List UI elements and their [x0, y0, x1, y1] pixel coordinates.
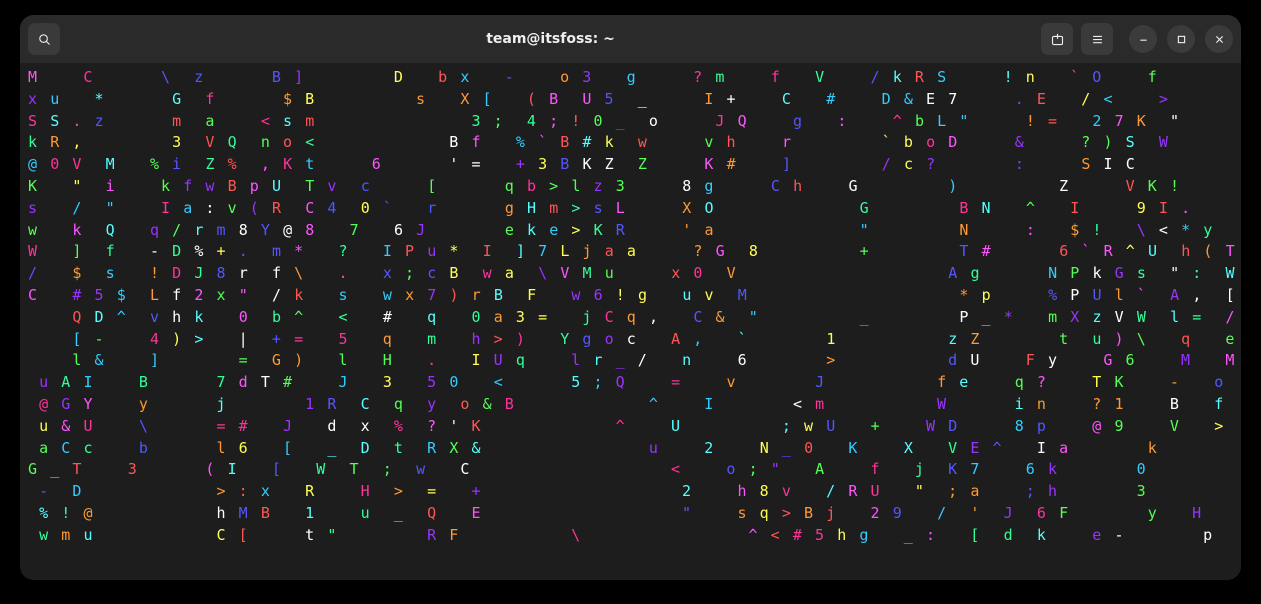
new-tab-button[interactable] — [1041, 23, 1073, 55]
titlebar: team@itsfoss: ~ — [20, 15, 1241, 63]
maximize-button[interactable] — [1167, 25, 1195, 53]
close-icon — [1212, 32, 1227, 47]
new-tab-icon — [1050, 32, 1065, 47]
search-icon — [37, 32, 52, 47]
window-title: team@itsfoss: ~ — [68, 31, 1033, 47]
matrix-output: M C \ z B ] D b x - o 3 g ? m f V / k R … — [28, 67, 1235, 547]
search-button[interactable] — [28, 23, 60, 55]
window-controls — [1129, 25, 1233, 53]
terminal-window: team@itsfoss: ~ M C \ z B ] D b x - o 3 … — [20, 15, 1241, 580]
hamburger-icon — [1090, 32, 1105, 47]
minimize-icon — [1136, 32, 1151, 47]
maximize-icon — [1174, 32, 1189, 47]
terminal-body[interactable]: M C \ z B ] D b x - o 3 g ? m f V / k R … — [20, 63, 1241, 580]
minimize-button[interactable] — [1129, 25, 1157, 53]
close-button[interactable] — [1205, 25, 1233, 53]
menu-button[interactable] — [1081, 23, 1113, 55]
